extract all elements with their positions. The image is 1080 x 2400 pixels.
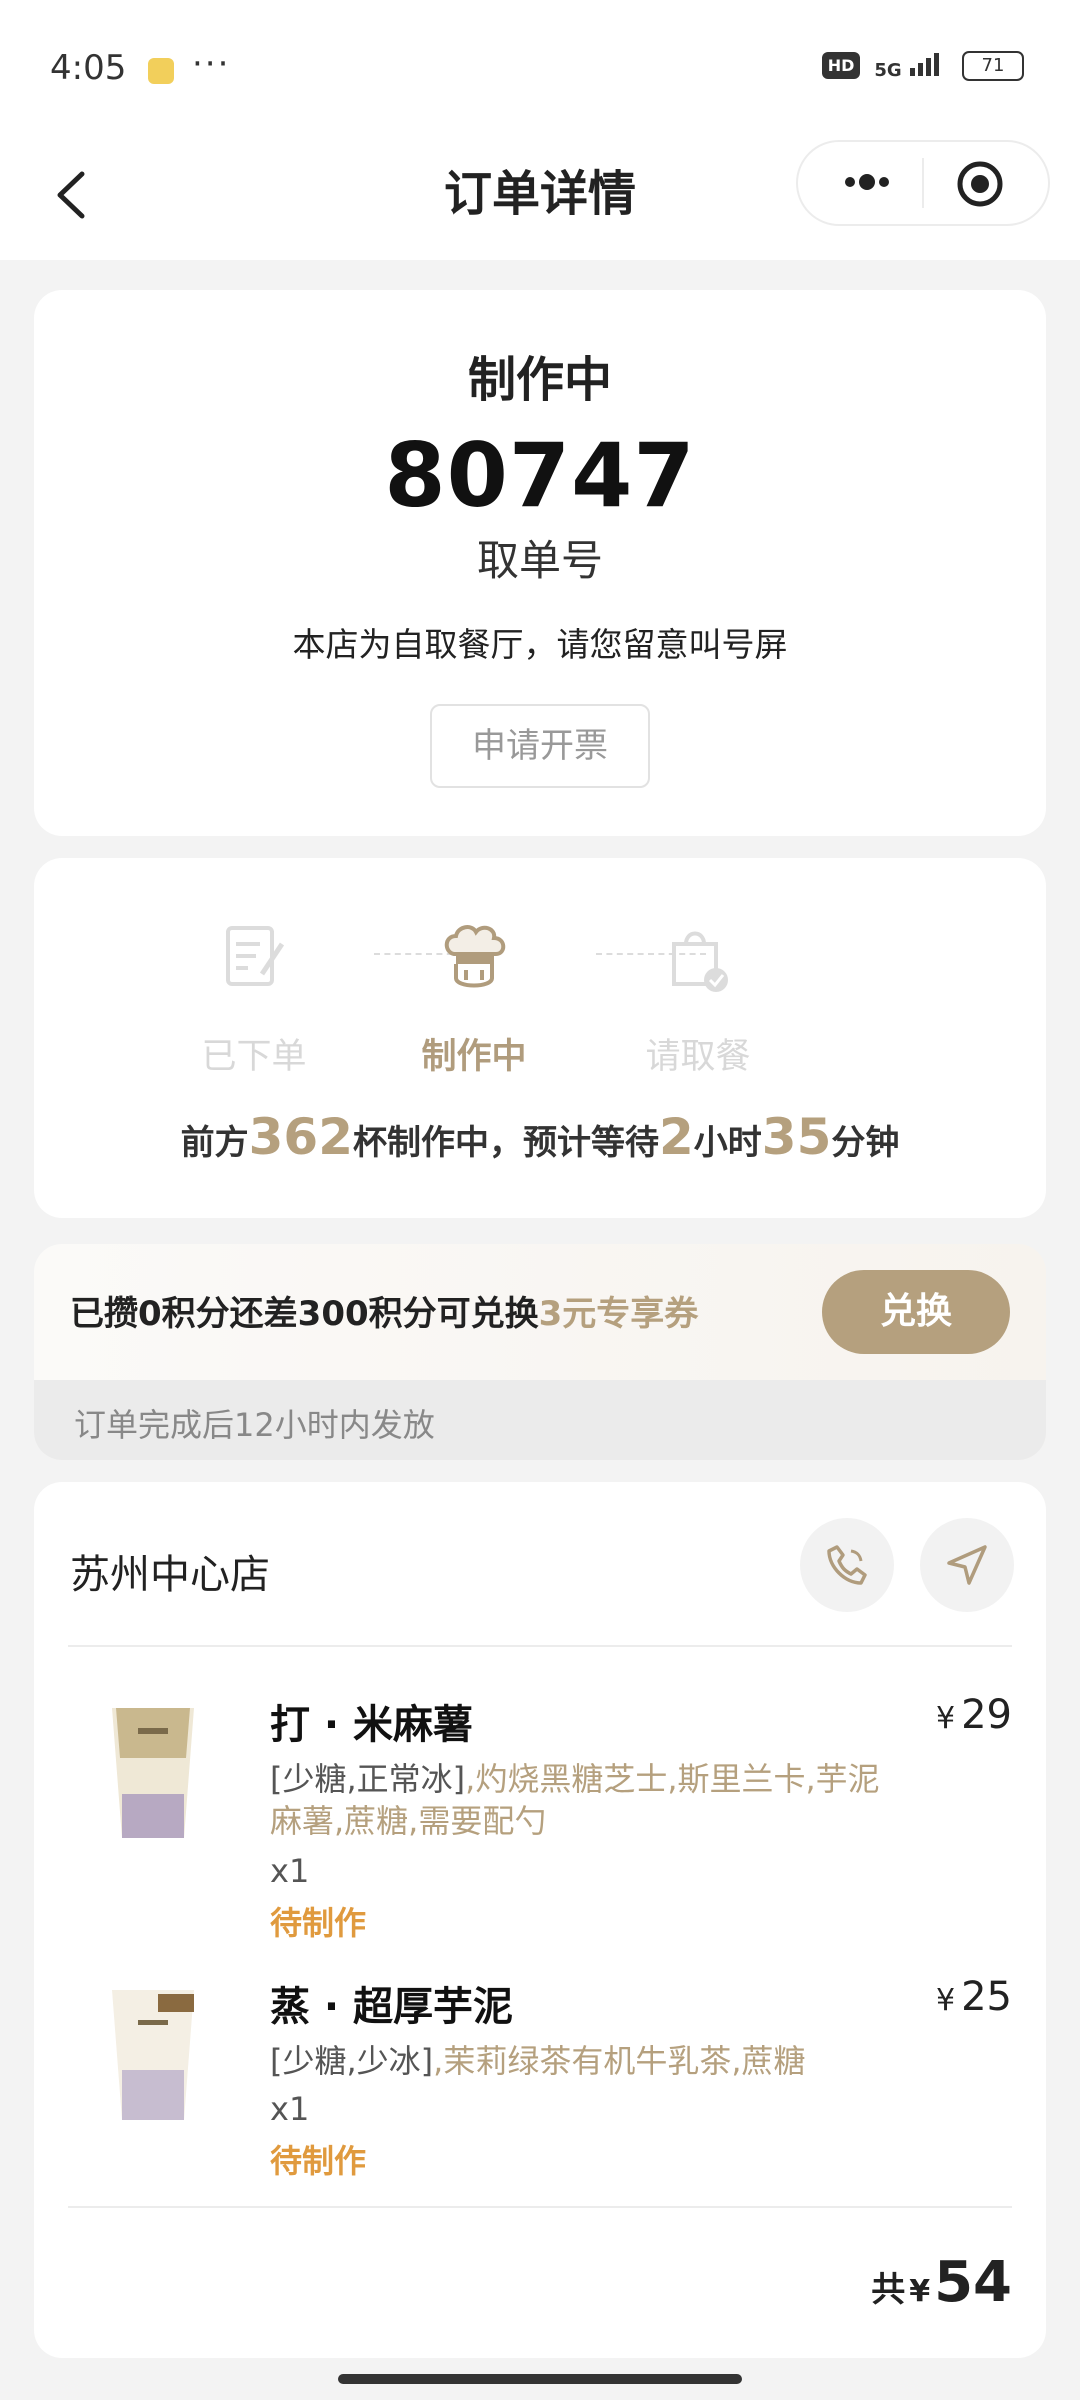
pickup-number: 80747: [384, 424, 696, 527]
step-pickup: 请取餐: [598, 918, 798, 1079]
item-name: 蒸 · 超厚芋泥: [270, 1984, 514, 2030]
pickup-number-label: 取单号: [476, 536, 603, 585]
status-indicators: HD 5G 71: [821, 50, 1024, 81]
step-label: 制作中: [421, 1037, 527, 1077]
signal-5g-icon: 5G: [874, 50, 948, 81]
mini-program-capsule: [796, 140, 1050, 226]
signal-bars-icon: [910, 53, 939, 76]
store-name: 苏州中心店: [70, 1552, 270, 1598]
call-store-button[interactable]: [800, 1518, 894, 1612]
queue-cup-count: 362: [248, 1108, 353, 1166]
item-state: 待制作: [270, 1904, 367, 1942]
order-placed-icon: [226, 926, 285, 986]
navigate-store-button[interactable]: [920, 1518, 1014, 1612]
drink-image: [112, 1990, 194, 2120]
more-dots-icon: [845, 174, 889, 190]
target-circle-icon: [957, 161, 1003, 207]
app-notification-icon: [148, 58, 174, 84]
more-button[interactable]: [822, 150, 912, 214]
wait-minutes: 35: [761, 1108, 832, 1166]
status-bar: 4:05 ··· HD 5G 71: [0, 0, 1080, 130]
item-name: 打 · 米麻薯: [270, 1702, 474, 1748]
capsule-divider: [922, 158, 924, 208]
drink-image: [112, 1708, 194, 1838]
item-price: ¥29: [936, 1692, 1012, 1738]
step-label: 请取餐: [645, 1037, 751, 1077]
item-spec: [少糖,正常冰],灼烧黑糖芝士,斯里兰卡,芋泥麻薯,蔗糖,需要配勺: [270, 1760, 880, 1840]
order-progress-card: 已下单 制作中 请取餐 前方362杯制作中，预计等待2小时35分钟: [34, 858, 1046, 1218]
points-card: 已攒0积分还差300积分可兑换3元专享券 兑换 订单完成后12小时内发放: [34, 1244, 1046, 1460]
close-mini-program-button[interactable]: [948, 152, 1012, 216]
phone-icon: [827, 1545, 867, 1585]
order-status-card: 制作中 80747 取单号 本店为自取餐厅，请您留意叫号屏 申请开票: [34, 290, 1046, 836]
pickup-bag-icon: [672, 931, 728, 992]
pickup-notice: 本店为自取餐厅，请您留意叫号屏: [292, 625, 788, 664]
store-order-card: 苏州中心店 打 · 米麻薯 ¥29 [少糖,正常冰],灼烧黑糖芝士,斯里兰卡,芋…: [34, 1482, 1046, 2358]
wait-hours: 2: [658, 1108, 694, 1166]
divider: [68, 2206, 1012, 2208]
wait-estimate: 前方362杯制作中，预计等待2小时35分钟: [180, 1108, 900, 1166]
status-time: 4:05: [50, 48, 127, 88]
apply-invoice-button[interactable]: 申请开票: [430, 704, 650, 788]
battery-icon: 71: [962, 50, 1024, 81]
points-footer-text: 订单完成后12小时内发放: [74, 1406, 435, 1444]
step-label: 已下单: [201, 1037, 307, 1077]
order-total: 共 ¥54: [871, 2250, 1012, 2315]
points-message: 已攒0积分还差300积分可兑换3元专享券: [70, 1294, 699, 1334]
divider: [68, 1645, 1012, 1647]
points-footer: 订单完成后12小时内发放: [34, 1380, 1046, 1460]
item-quantity: x1: [270, 2090, 310, 2128]
coupon-highlight: 3元专享券: [538, 1294, 699, 1334]
more-notifications-icon: ···: [192, 44, 231, 84]
step-in-progress: 制作中: [374, 918, 574, 1079]
navigation-arrow-icon: [947, 1545, 987, 1585]
step-order-placed: 已下单: [154, 918, 354, 1079]
item-state: 待制作: [270, 2142, 367, 2180]
item-price: ¥25: [936, 1974, 1012, 2020]
total-amount: 54: [934, 2250, 1012, 2315]
order-status-text: 制作中: [467, 352, 612, 408]
hd-icon: HD: [821, 52, 861, 79]
exchange-button[interactable]: 兑换: [822, 1270, 1010, 1354]
item-spec: [少糖,少冰],茉莉绿茶有机牛乳茶,蔗糖: [270, 2042, 806, 2080]
navigation-bar: 订单详情: [0, 130, 1080, 260]
chef-hat-icon: [444, 925, 506, 988]
home-indicator[interactable]: [338, 2374, 742, 2384]
item-quantity: x1: [270, 1852, 310, 1890]
